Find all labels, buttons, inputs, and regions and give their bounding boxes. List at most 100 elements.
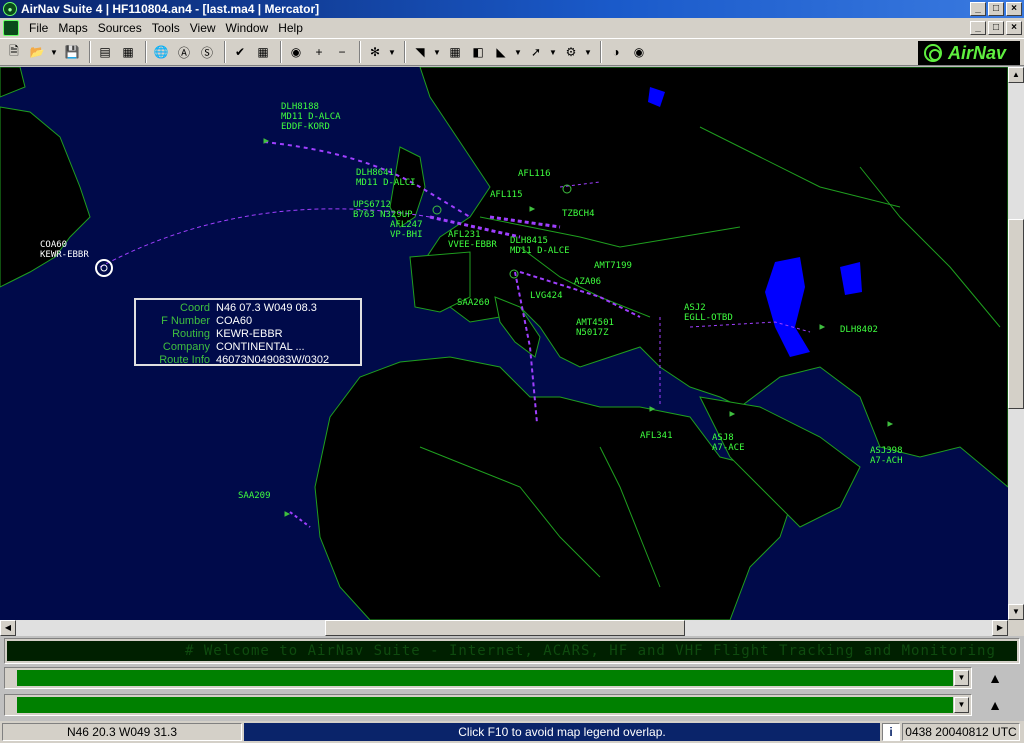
list-icon[interactable]: ▤ [95, 42, 115, 62]
layers-icon[interactable]: ✻ [365, 42, 385, 62]
menu-view[interactable]: View [186, 21, 220, 35]
info-row-company: Company CONTINENTAL ... [162, 341, 305, 353]
flight-label-dlh8402[interactable]: DLH8402 [840, 325, 878, 335]
table-icon[interactable]: ▦ [118, 42, 138, 62]
flight-label-afl116[interactable]: AFL116 [518, 169, 551, 179]
save-icon[interactable]: 💾 [62, 42, 82, 62]
maximize-button[interactable]: □ [988, 2, 1004, 16]
flight-label-dlh8641[interactable]: DLH8641 MD11 D-ALCI [356, 168, 416, 188]
app-icon[interactable]: ● [3, 2, 17, 16]
title-bar: ● AirNav Suite 4 | HF110804.an4 - [last.… [0, 0, 1024, 18]
flight-label-afl247[interactable]: AFL247 VP-BHI [390, 220, 423, 240]
flight-label-lvg424[interactable]: LVG424 [530, 291, 563, 301]
message-field-1[interactable] [17, 670, 953, 686]
doc-restore-button[interactable]: □ [988, 21, 1004, 35]
chevron-down-icon[interactable]: ▼ [584, 42, 592, 62]
flight-label-coa60[interactable]: COA60 KEWR-EBBR [40, 240, 89, 260]
night-icon[interactable]: ◑ [606, 42, 626, 62]
zoom-out-icon[interactable]: − [332, 42, 352, 62]
new-file-icon[interactable]: 🗎 [4, 42, 24, 62]
flight-label-asj398[interactable]: ASJ398 A7-ACH [870, 446, 903, 466]
horizontal-scrollbar[interactable]: ◀ ▶ [0, 620, 1008, 636]
vertical-scroll-thumb[interactable] [1008, 219, 1024, 409]
north-america-landmass [0, 106, 91, 288]
zoom-in-icon[interactable]: + [309, 42, 329, 62]
menu-help[interactable]: Help [274, 21, 307, 35]
map-projection-icon[interactable]: ◥ [410, 42, 430, 62]
status-coord: N46 20.3 W049 31.3 [2, 723, 242, 741]
flight-label-tzbch4[interactable]: TZBCH4 [562, 209, 595, 219]
chevron-down-icon[interactable]: ▼ [433, 42, 441, 62]
window-title: AirNav Suite 4 | HF110804.an4 - [last.ma… [21, 2, 320, 16]
zoom-target-icon[interactable]: ◉ [286, 42, 306, 62]
flight-info-popup: Coord N46 07.3 W049 08.3 F Number COA60 Ro… [134, 298, 362, 366]
flight-label-ups6712[interactable]: UPS6712 B763 N329UP [353, 200, 413, 220]
scroll-up-icon[interactable]: ▲ [1008, 67, 1024, 83]
terrain-icon[interactable]: ◣ [491, 42, 511, 62]
scroll-right-icon[interactable]: ▶ [992, 620, 1008, 636]
menu-tools[interactable]: Tools [148, 21, 184, 35]
menu-file[interactable]: File [25, 21, 52, 35]
flight-label-dlh8415[interactable]: DLH8415 MD11 D-ALCE [510, 236, 570, 256]
info-icon[interactable]: i [882, 723, 900, 741]
expand-up-icon[interactable]: ▲ [980, 669, 1010, 687]
scroll-corner [1008, 620, 1024, 636]
database-icon[interactable]: ▦ [253, 42, 273, 62]
flight-label-afl115[interactable]: AFL115 [490, 190, 523, 200]
border-map-icon[interactable]: ◧ [468, 42, 488, 62]
chevron-down-icon[interactable]: ▼ [954, 670, 969, 686]
flight-label-afl231[interactable]: AFL231 VVEE-EBBR [448, 230, 497, 250]
scroll-down-icon[interactable]: ▼ [1008, 604, 1024, 620]
message-combo-1[interactable]: ▼ [4, 667, 972, 689]
open-folder-icon[interactable]: 📂 [27, 42, 47, 62]
airport-s-icon[interactable]: Ⓢ [197, 42, 217, 62]
flight-label-dlh8188[interactable]: DLH8188 MD11 D-ALCA EDDF-KORD [281, 102, 341, 132]
menu-maps[interactable]: Maps [54, 21, 91, 35]
flight-label-aza06[interactable]: AZA06 [574, 277, 601, 287]
globe-icon[interactable]: 🌐 [151, 42, 171, 62]
ticker-text: # Welcome to AirNav Suite - Internet, AC… [7, 641, 1017, 661]
flight-label-saa209[interactable]: SAA209 [238, 491, 271, 501]
flight-label-saa260[interactable]: SAA260 [457, 298, 490, 308]
message-combo-2[interactable]: ▼ [4, 694, 972, 716]
doc-minimize-button[interactable]: _ [970, 21, 986, 35]
options-icon[interactable]: ⚙ [561, 42, 581, 62]
info-row-route-info: Route Info 46073N049083W/0302 [159, 354, 330, 366]
chevron-down-icon[interactable]: ▼ [514, 42, 522, 62]
flight-label-asj8[interactable]: ASJ8 A7-ACE [712, 433, 745, 453]
message-field-2[interactable] [17, 697, 953, 713]
flight-label-amt4501[interactable]: AMT4501 N5017Z [576, 318, 614, 338]
map-view[interactable]: DLH8188 MD11 D-ALCA EDDF-KORD DLH8641 MD… [0, 67, 1008, 620]
menu-sources[interactable]: Sources [94, 21, 146, 35]
document-icon[interactable] [3, 20, 19, 36]
status-bar: N46 20.3 W049 31.3 Click F10 to avoid ma… [0, 721, 1024, 743]
toolbar: 🗎 📂 ▼ 💾 ▤ ▦ 🌐 Ⓐ Ⓢ ✔ ▦ ◉ + − ✻ ▼ ◥ ▼ ▦ ◧ … [0, 38, 1024, 66]
route-icon[interactable]: ➚ [526, 42, 546, 62]
chevron-down-icon[interactable]: ▼ [388, 42, 396, 62]
chevron-down-icon[interactable]: ▼ [50, 42, 58, 62]
menu-window[interactable]: Window [222, 21, 273, 35]
info-row-coord: Coord N46 07.3 W049 08.3 [180, 302, 317, 314]
chevron-down-icon[interactable]: ▼ [954, 697, 969, 713]
doc-close-button[interactable]: × [1006, 21, 1022, 35]
expand-up-icon[interactable]: ▲ [980, 696, 1010, 714]
airport-a-icon[interactable]: Ⓐ [174, 42, 194, 62]
vertical-scrollbar[interactable]: ▲ ▼ [1008, 67, 1024, 620]
stack-icon[interactable]: ◉ [629, 42, 649, 62]
chevron-down-icon[interactable]: ▼ [549, 42, 557, 62]
message-ticker: # Welcome to AirNav Suite - Internet, AC… [4, 638, 1020, 664]
flight-label-amt7199[interactable]: AMT7199 [594, 261, 632, 271]
greenland-landmass [0, 67, 26, 98]
status-time: 0438 20040812 UTC [902, 723, 1020, 741]
flight-label-asj2[interactable]: ASJ2 EGLL-OTBD [684, 303, 733, 323]
close-button[interactable]: × [1006, 2, 1022, 16]
minimize-button[interactable]: _ [970, 2, 986, 16]
horizontal-scroll-thumb[interactable] [325, 620, 685, 636]
status-message: Click F10 to avoid map legend overlap. [244, 723, 880, 741]
info-row-fnumber: F Number COA60 [161, 315, 253, 327]
info-row-routing: Routing KEWR-EBBR [172, 328, 283, 340]
flight-label-afl341[interactable]: AFL341 [640, 431, 673, 441]
grid-icon[interactable]: ▦ [445, 42, 465, 62]
check-icon[interactable]: ✔ [230, 42, 250, 62]
scroll-left-icon[interactable]: ◀ [0, 620, 16, 636]
